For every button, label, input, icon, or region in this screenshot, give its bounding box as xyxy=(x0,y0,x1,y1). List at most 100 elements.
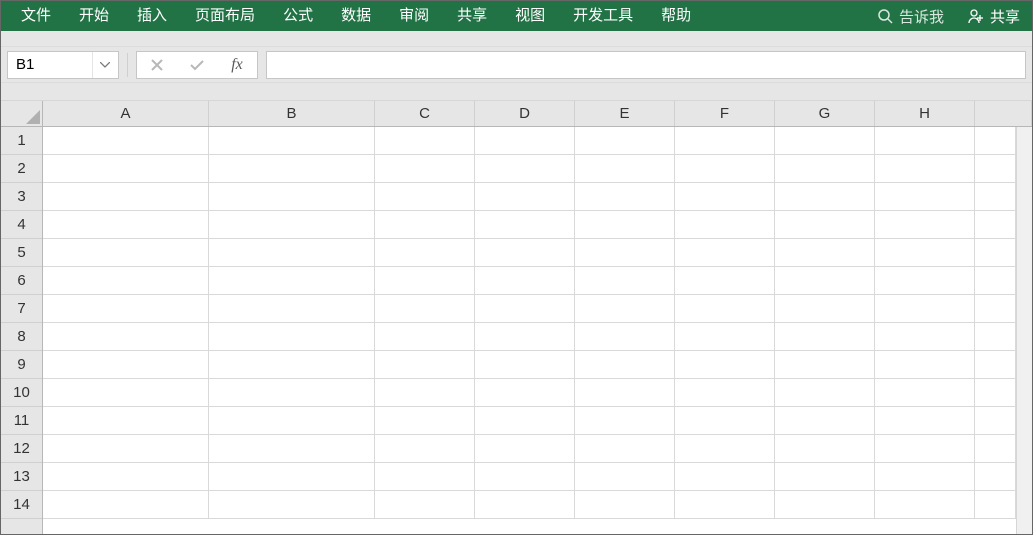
name-box[interactable] xyxy=(7,51,119,79)
formula-input[interactable] xyxy=(266,51,1026,79)
cell[interactable] xyxy=(209,351,375,379)
row-header[interactable]: 4 xyxy=(1,211,42,239)
cell[interactable] xyxy=(775,323,875,351)
cell[interactable] xyxy=(43,127,209,155)
cell[interactable] xyxy=(875,155,975,183)
cell[interactable] xyxy=(375,407,475,435)
cell[interactable] xyxy=(43,435,209,463)
cell[interactable] xyxy=(875,127,975,155)
cell[interactable] xyxy=(675,267,775,295)
tab-share[interactable]: 共享 xyxy=(443,1,501,31)
insert-function-button[interactable]: fx xyxy=(217,52,257,78)
cell[interactable] xyxy=(675,351,775,379)
column-header[interactable]: F xyxy=(675,101,775,126)
cell[interactable] xyxy=(475,463,575,491)
row-header[interactable]: 12 xyxy=(1,435,42,463)
cell[interactable] xyxy=(43,379,209,407)
cell[interactable] xyxy=(475,267,575,295)
cell[interactable] xyxy=(375,155,475,183)
cell[interactable] xyxy=(875,435,975,463)
cell[interactable] xyxy=(375,183,475,211)
cell[interactable] xyxy=(675,435,775,463)
cell[interactable] xyxy=(209,323,375,351)
cell[interactable] xyxy=(575,295,675,323)
row-header[interactable]: 9 xyxy=(1,351,42,379)
cells-area[interactable] xyxy=(43,127,1016,534)
cell[interactable] xyxy=(43,463,209,491)
tab-formulas[interactable]: 公式 xyxy=(269,1,327,31)
name-box-input[interactable] xyxy=(8,52,92,78)
cell[interactable] xyxy=(775,267,875,295)
cell[interactable] xyxy=(375,351,475,379)
cell[interactable] xyxy=(209,491,375,519)
share-button[interactable]: 共享 xyxy=(956,1,1032,31)
column-header[interactable]: A xyxy=(43,101,209,126)
cell[interactable] xyxy=(43,211,209,239)
cancel-button[interactable] xyxy=(137,52,177,78)
cell[interactable] xyxy=(43,155,209,183)
cell[interactable] xyxy=(375,323,475,351)
cell[interactable] xyxy=(875,491,975,519)
cell[interactable] xyxy=(475,239,575,267)
cell[interactable] xyxy=(975,295,1016,323)
cell[interactable] xyxy=(209,379,375,407)
cell[interactable] xyxy=(975,435,1016,463)
cell[interactable] xyxy=(475,351,575,379)
cell[interactable] xyxy=(675,379,775,407)
cell[interactable] xyxy=(875,267,975,295)
cell[interactable] xyxy=(209,463,375,491)
cell[interactable] xyxy=(43,323,209,351)
tab-home[interactable]: 开始 xyxy=(65,1,123,31)
cell[interactable] xyxy=(775,491,875,519)
cell[interactable] xyxy=(775,407,875,435)
cell[interactable] xyxy=(375,295,475,323)
column-header[interactable]: E xyxy=(575,101,675,126)
cell[interactable] xyxy=(475,491,575,519)
cell[interactable] xyxy=(209,267,375,295)
cell[interactable] xyxy=(675,127,775,155)
cell[interactable] xyxy=(675,491,775,519)
cell[interactable] xyxy=(375,463,475,491)
cell[interactable] xyxy=(575,183,675,211)
tab-devtools[interactable]: 开发工具 xyxy=(559,1,647,31)
cell[interactable] xyxy=(575,155,675,183)
cell[interactable] xyxy=(975,463,1016,491)
tab-page-layout[interactable]: 页面布局 xyxy=(181,1,269,31)
cell[interactable] xyxy=(43,239,209,267)
cell[interactable] xyxy=(775,295,875,323)
select-all-corner[interactable] xyxy=(1,101,43,126)
cell[interactable] xyxy=(875,379,975,407)
cell[interactable] xyxy=(575,435,675,463)
cell[interactable] xyxy=(775,155,875,183)
cell[interactable] xyxy=(575,211,675,239)
cell[interactable] xyxy=(43,267,209,295)
tell-me-search[interactable]: 告诉我 xyxy=(865,1,956,31)
cell[interactable] xyxy=(575,127,675,155)
cell[interactable] xyxy=(975,267,1016,295)
cell[interactable] xyxy=(675,463,775,491)
cell[interactable] xyxy=(375,435,475,463)
row-header[interactable]: 10 xyxy=(1,379,42,407)
row-header[interactable]: 11 xyxy=(1,407,42,435)
cell[interactable] xyxy=(575,267,675,295)
cell[interactable] xyxy=(375,267,475,295)
tab-insert[interactable]: 插入 xyxy=(123,1,181,31)
cell[interactable] xyxy=(575,239,675,267)
cell[interactable] xyxy=(475,435,575,463)
cell[interactable] xyxy=(775,351,875,379)
cell[interactable] xyxy=(209,211,375,239)
cell[interactable] xyxy=(209,127,375,155)
tab-review[interactable]: 审阅 xyxy=(385,1,443,31)
row-header[interactable]: 3 xyxy=(1,183,42,211)
tab-file[interactable]: 文件 xyxy=(7,1,65,31)
enter-button[interactable] xyxy=(177,52,217,78)
column-header[interactable]: H xyxy=(875,101,975,126)
cell[interactable] xyxy=(209,183,375,211)
tab-view[interactable]: 视图 xyxy=(501,1,559,31)
cell[interactable] xyxy=(975,155,1016,183)
cell[interactable] xyxy=(675,407,775,435)
cell[interactable] xyxy=(775,211,875,239)
cell[interactable] xyxy=(375,379,475,407)
cell[interactable] xyxy=(975,323,1016,351)
cell[interactable] xyxy=(575,351,675,379)
